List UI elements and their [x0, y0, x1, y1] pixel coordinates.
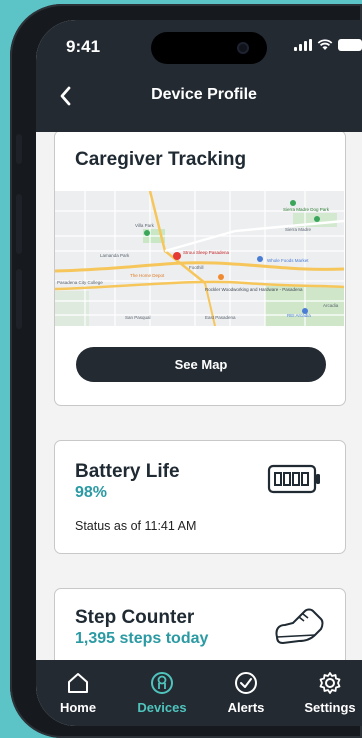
phone-frame: 9:41 Device Profile Caregiver Tracking V… — [10, 4, 362, 738]
svg-text:Rockler Woodworking and Hardwa: Rockler Woodworking and Hardware - Pasad… — [205, 287, 303, 292]
tab-devices[interactable]: Devices — [120, 660, 204, 726]
tab-devices-label: Devices — [137, 700, 187, 715]
scroll-content[interactable]: Caregiver Tracking Villa Park Sierra Mad… — [36, 132, 362, 660]
tab-alerts-label: Alerts — [227, 700, 265, 715]
screen: 9:41 Device Profile Caregiver Tracking V… — [36, 20, 362, 726]
check-circle-icon — [235, 672, 257, 694]
battery-percentage: 98% — [75, 484, 108, 501]
svg-text:East Pasadena: East Pasadena — [205, 315, 236, 320]
svg-text:Sierra Madre Dog Park: Sierra Madre Dog Park — [283, 207, 330, 212]
tab-alerts[interactable]: Alerts — [204, 660, 288, 726]
status-icons — [294, 39, 362, 51]
tracking-title: Caregiver Tracking — [75, 149, 247, 170]
battery-status-text: Status as of 11:41 AM — [75, 519, 197, 533]
svg-text:Sierra Madre: Sierra Madre — [285, 227, 312, 232]
svg-text:Villa Park: Villa Park — [135, 223, 155, 228]
svg-text:San Pasqual: San Pasqual — [125, 315, 151, 320]
map-graphic: Villa Park Sierra Madre Dog Park Sierra … — [55, 191, 344, 326]
dynamic-island — [151, 32, 267, 64]
tab-settings[interactable]: Settings — [288, 660, 362, 726]
svg-text:Lamanda Park: Lamanda Park — [100, 253, 130, 258]
wifi-icon — [317, 39, 333, 50]
location-pin-icon — [173, 252, 181, 260]
status-time: 9:41 — [66, 37, 101, 56]
tab-home-label: Home — [59, 700, 97, 715]
see-map-button[interactable]: See Map — [76, 347, 326, 382]
page-title: Device Profile — [151, 86, 257, 103]
home-icon — [68, 673, 88, 693]
battery-icon — [267, 464, 320, 494]
signal-icon — [294, 39, 312, 51]
svg-text:Whole Foods Market: Whole Foods Market — [267, 258, 309, 263]
bottom-tab-bar: Home Devices Alerts Settings — [36, 660, 362, 726]
svg-text:The Home Depot: The Home Depot — [130, 273, 165, 278]
step-counter-card: Step Counter 1,395 steps today — [54, 588, 346, 660]
camera-dot — [239, 44, 247, 52]
location-map[interactable]: Villa Park Sierra Madre Dog Park Sierra … — [55, 191, 344, 326]
svg-text:REI Arcadia: REI Arcadia — [287, 313, 311, 318]
silent-switch — [16, 134, 22, 164]
volume-down-button — [16, 269, 22, 329]
gear-icon — [319, 672, 341, 694]
sneaker-icon — [275, 608, 324, 645]
caregiver-tracking-card: Caregiver Tracking Villa Park Sierra Mad… — [54, 132, 346, 406]
steps-count: 1,395 steps today — [75, 630, 209, 647]
svg-text:Arcadia: Arcadia — [323, 303, 339, 308]
tab-settings-label: Settings — [304, 700, 356, 715]
top-bar: 9:41 Device Profile — [36, 20, 362, 132]
devices-icon — [151, 672, 173, 694]
svg-text:Stroui Sleep Pasadena: Stroui Sleep Pasadena — [183, 250, 230, 255]
battery-title: Battery Life — [75, 461, 180, 482]
svg-text:Foothill: Foothill — [189, 265, 204, 270]
battery-life-card: Battery Life 98% Status as of 11:41 AM — [54, 440, 346, 554]
svg-text:Pasadena City College: Pasadena City College — [57, 280, 103, 285]
battery-status-icon — [338, 39, 362, 51]
steps-title: Step Counter — [75, 607, 195, 628]
volume-up-button — [16, 194, 22, 254]
tab-home[interactable]: Home — [36, 660, 120, 726]
